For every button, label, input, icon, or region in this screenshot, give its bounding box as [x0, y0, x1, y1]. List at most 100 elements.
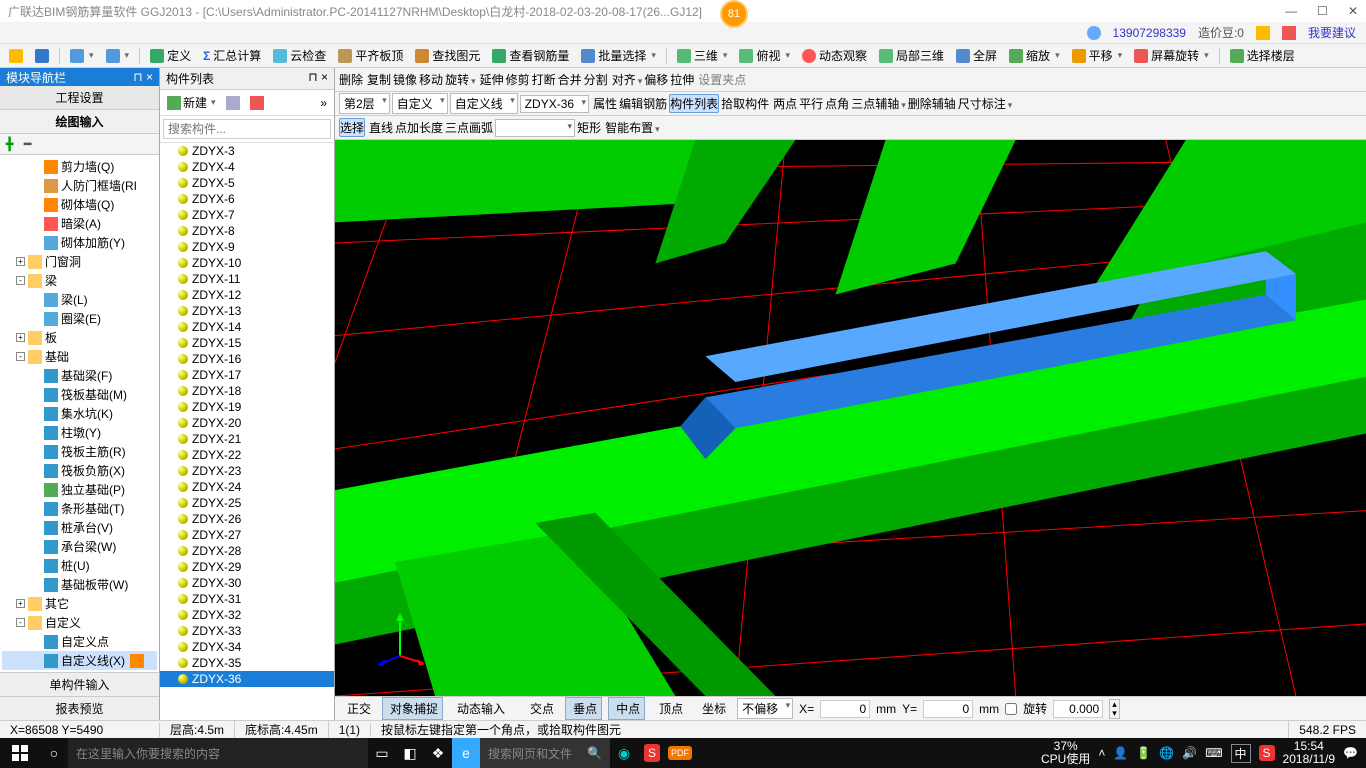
dim-button[interactable]: 尺寸标注 [958, 95, 1013, 112]
component-item[interactable]: ZDYX-17 [160, 367, 334, 383]
component-item[interactable]: ZDYX-36 [160, 671, 334, 687]
app-icon-4[interactable]: S [638, 738, 666, 768]
component-item[interactable]: ZDYX-20 [160, 415, 334, 431]
undo-button[interactable] [65, 47, 99, 65]
rect-tool-button[interactable]: 矩形 [577, 119, 601, 136]
comp-more-icon[interactable]: » [317, 95, 330, 111]
component-item[interactable]: ZDYX-10 [160, 255, 334, 271]
two-point-button[interactable]: 两点 [773, 95, 797, 112]
category-tree[interactable]: 剪力墙(Q) 人防门框墙(RI 砌体墙(Q) 暗梁(A) 砌体加筋(Y) +门窗… [0, 155, 159, 672]
plus-icon[interactable]: ╋ [6, 137, 20, 151]
component-item[interactable]: ZDYX-24 [160, 479, 334, 495]
component-item[interactable]: ZDYX-11 [160, 271, 334, 287]
tray-power-icon[interactable]: 🔋 [1136, 746, 1151, 760]
local-3d-button[interactable]: 局部三维 [874, 45, 949, 66]
nav-close-icon[interactable]: × [146, 70, 153, 84]
user-phone[interactable]: 13907298339 [1113, 26, 1186, 40]
component-item[interactable]: ZDYX-21 [160, 431, 334, 447]
rotate-button[interactable]: 旋转 [445, 71, 476, 88]
fullscreen-button[interactable]: 全屏 [951, 45, 1002, 66]
component-item[interactable]: ZDYX-16 [160, 351, 334, 367]
subcategory-select[interactable]: 自定义线 [450, 93, 518, 114]
bell-icon[interactable] [1256, 26, 1270, 40]
start-button[interactable] [0, 738, 40, 768]
view-rebar-button[interactable]: 查看钢筋量 [487, 45, 574, 66]
component-item[interactable]: ZDYX-30 [160, 575, 334, 591]
tray-volume-icon[interactable]: 🔊 [1182, 746, 1197, 760]
comp-delete-icon[interactable] [247, 95, 267, 111]
point-angle-button[interactable]: 点角 [825, 95, 849, 112]
offset-mode-select[interactable]: 不偏移 [737, 698, 793, 719]
maximize-button[interactable]: ☐ [1313, 4, 1332, 18]
close-button[interactable]: ✕ [1344, 4, 1362, 18]
tray-keyboard-icon[interactable]: ⌨ [1205, 746, 1222, 760]
delete-button[interactable]: 删除 [339, 71, 363, 88]
attribute-button[interactable]: 属性 [593, 95, 617, 112]
line-tool-button[interactable]: 直线 [369, 119, 393, 136]
grip-button[interactable]: 设置夹点 [698, 71, 746, 88]
intersect-snap[interactable]: 交点 [522, 697, 559, 720]
select-floor-button[interactable]: 选择楼层 [1225, 45, 1300, 66]
component-item[interactable]: ZDYX-12 [160, 287, 334, 303]
app-icon-3[interactable]: ◉ [610, 738, 638, 768]
flat-slab-button[interactable]: 平齐板顶 [333, 45, 408, 66]
trim-button[interactable]: 修剪 [506, 71, 530, 88]
category-select[interactable]: 自定义 [392, 93, 448, 114]
batch-select-button[interactable]: 批量选择 [576, 45, 661, 66]
cpu-widget[interactable]: 37%CPU使用 [1041, 740, 1090, 766]
new-component-button[interactable]: 新建 [164, 93, 219, 112]
feedback-link[interactable]: 我要建议 [1308, 24, 1356, 41]
copy-button[interactable]: 复制 [367, 71, 391, 88]
snap-toggle[interactable]: 对象捕捉 [382, 697, 443, 720]
component-item[interactable]: ZDYX-9 [160, 239, 334, 255]
y-offset-input[interactable] [923, 700, 973, 718]
draw-input-tab[interactable]: 绘图输入 [0, 110, 159, 134]
report-preview-tab[interactable]: 报表预览 [0, 696, 159, 720]
component-item[interactable]: ZDYX-13 [160, 303, 334, 319]
extend-button[interactable]: 延伸 [480, 71, 504, 88]
app-icon-1[interactable]: ◧ [396, 738, 424, 768]
minimize-button[interactable]: — [1281, 4, 1301, 18]
edit-rebar-button[interactable]: 编辑钢筋 [619, 95, 667, 112]
app-icon-5[interactable]: PDF [666, 738, 694, 768]
component-item[interactable]: ZDYX-15 [160, 335, 334, 351]
find-element-button[interactable]: 查找图元 [410, 45, 485, 66]
delete-aux-button[interactable]: 删除辅轴 [908, 95, 956, 112]
vertex-snap[interactable]: 顶点 [651, 697, 688, 720]
zoom-button[interactable]: 缩放 [1004, 45, 1065, 66]
coord-snap[interactable]: 坐标 [694, 697, 731, 720]
browser-search[interactable]: 搜索网页和文件🔍 [480, 738, 610, 768]
component-item[interactable]: ZDYX-14 [160, 319, 334, 335]
component-item[interactable]: ZDYX-33 [160, 623, 334, 639]
dynamic-view-button[interactable]: 动态观察 [797, 45, 872, 66]
tray-network-icon[interactable]: 🌐 [1159, 746, 1174, 760]
break-button[interactable]: 打断 [532, 71, 556, 88]
component-item[interactable]: ZDYX-23 [160, 463, 334, 479]
component-item[interactable]: ZDYX-7 [160, 207, 334, 223]
open-button[interactable] [4, 47, 28, 65]
dynamic-input-toggle[interactable]: 动态输入 [449, 697, 510, 720]
component-item[interactable]: ZDYX-29 [160, 559, 334, 575]
cloud-check-button[interactable]: 云检查 [268, 45, 331, 66]
redo-button[interactable] [101, 47, 135, 65]
component-select[interactable]: ZDYX-36 [520, 95, 589, 113]
three-pt-aux-button[interactable]: 三点辅轴 [851, 95, 906, 112]
component-item[interactable]: ZDYX-19 [160, 399, 334, 415]
align-button[interactable]: 对齐 [612, 71, 643, 88]
define-button[interactable]: 定义 [145, 45, 196, 66]
notification-badge[interactable]: 81 [720, 0, 748, 28]
component-item[interactable]: ZDYX-8 [160, 223, 334, 239]
nav-pin-icon[interactable]: ⊓ [133, 70, 142, 84]
single-component-tab[interactable]: 单构件输入 [0, 672, 159, 696]
tray-expand-icon[interactable]: ˄ [1098, 746, 1105, 760]
split-button[interactable]: 分割 [584, 71, 608, 88]
component-item[interactable]: ZDYX-27 [160, 527, 334, 543]
component-item[interactable]: ZDYX-25 [160, 495, 334, 511]
x-offset-input[interactable] [820, 700, 870, 718]
taskbar-search[interactable]: 在这里输入你要搜索的内容 [68, 738, 368, 768]
rotate-checkbox[interactable] [1005, 703, 1017, 715]
tray-ime-icon[interactable]: 中 [1231, 744, 1251, 763]
component-item[interactable]: ZDYX-34 [160, 639, 334, 655]
ortho-toggle[interactable]: 正交 [339, 697, 376, 720]
pick-component-button[interactable]: 拾取构件 [721, 95, 769, 112]
